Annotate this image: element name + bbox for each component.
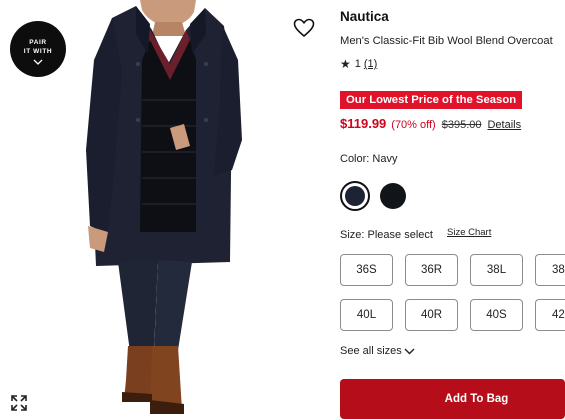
pair-it-with-button[interactable]: PAIR IT WITH: [10, 21, 66, 77]
size-option[interactable]: 38L: [470, 254, 523, 286]
heart-icon[interactable]: [293, 18, 315, 38]
sale-price: $119.99: [340, 116, 387, 131]
chevron-down-icon: [404, 348, 415, 354]
size-option[interactable]: 40L: [340, 299, 393, 331]
size-option[interactable]: 36R: [405, 254, 458, 286]
expand-icon[interactable]: [10, 394, 28, 412]
size-option[interactable]: 42: [535, 299, 565, 331]
size-option[interactable]: 38: [535, 254, 565, 286]
see-all-sizes-label: See all sizes: [340, 345, 402, 357]
rating-summary[interactable]: ★ 1 (1): [340, 57, 377, 71]
see-all-sizes-link[interactable]: See all sizes: [340, 345, 415, 357]
percent-off: (70% off): [391, 119, 436, 131]
size-option[interactable]: 40R: [405, 299, 458, 331]
size-option[interactable]: 40S: [470, 299, 523, 331]
swatch-navy[interactable]: [340, 181, 370, 211]
add-to-bag-button[interactable]: Add To Bag: [340, 379, 565, 419]
promo-banner: Our Lowest Price of the Season: [340, 91, 523, 109]
star-icon: ★: [340, 57, 351, 71]
color-label: Color: Navy: [340, 153, 398, 165]
size-option[interactable]: 36S: [340, 254, 393, 286]
pair-it-with-label: PAIR IT WITH: [23, 39, 53, 55]
price-details-link[interactable]: Details: [487, 119, 521, 131]
review-count-link[interactable]: (1): [364, 58, 377, 70]
rating-value: 1: [354, 58, 361, 70]
swatch-black[interactable]: [378, 181, 408, 211]
product-title: Men's Classic-Fit Bib Wool Blend Overcoa…: [340, 35, 553, 47]
swatch-navy-fill: [345, 186, 365, 206]
size-chart-link[interactable]: Size Chart: [447, 227, 491, 238]
swatch-black-fill: [380, 183, 406, 209]
size-label: Size: Please select: [340, 229, 433, 241]
price-row: $119.99 (70% off) $395.00 Details: [340, 116, 521, 131]
brand-link[interactable]: Nautica: [340, 9, 389, 24]
chevron-down-icon: [33, 59, 43, 65]
original-price: $395.00: [441, 119, 482, 131]
product-image-panel: PAIR IT WITH: [0, 0, 330, 420]
